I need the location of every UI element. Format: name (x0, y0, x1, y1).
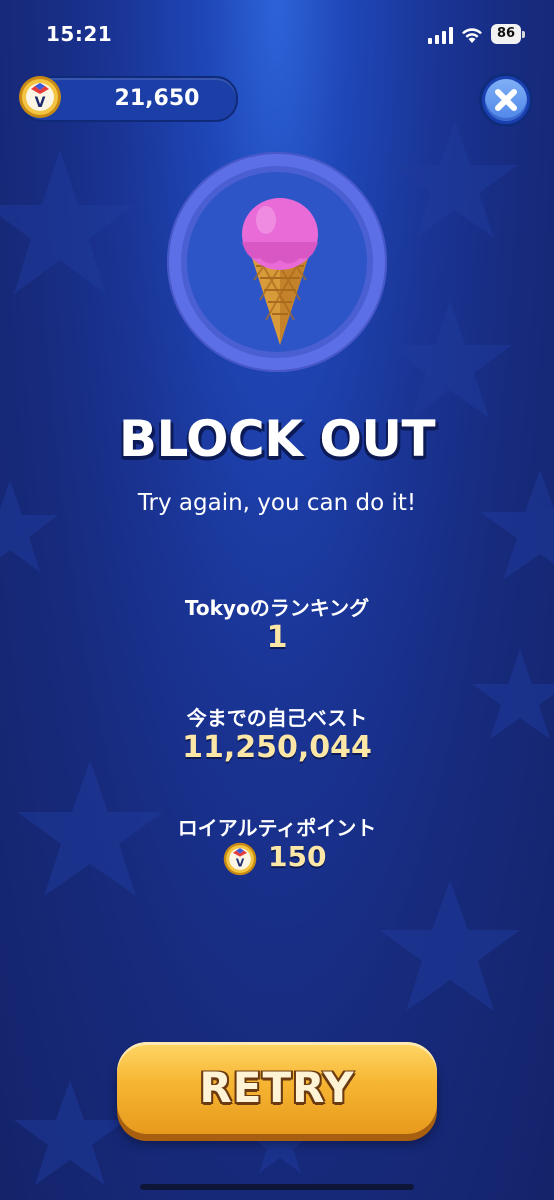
v-coin-icon: V (19, 76, 61, 118)
svg-text:V: V (236, 857, 245, 870)
cellular-signal-icon (428, 26, 454, 44)
status-bar: 15:21 86 (0, 0, 554, 70)
retry-button-label: RETRY (199, 1063, 355, 1112)
ranking-label: Tokyoのランキング (184, 596, 370, 620)
coin-balance: 21,650 (114, 86, 200, 111)
home-indicator[interactable] (140, 1184, 414, 1190)
ice-cream-cone-icon (242, 198, 318, 345)
svg-text:V: V (35, 95, 46, 111)
personal-best-label: 今までの自己ベスト (186, 706, 368, 730)
battery-icon (522, 31, 525, 38)
ranking-value: 1 (266, 620, 288, 655)
loyalty-points-label: ロイアルティポイント (177, 816, 377, 840)
personal-best-value: 11,250,044 (182, 730, 372, 765)
retry-button[interactable]: RETRY (117, 1042, 437, 1134)
wifi-icon (462, 28, 482, 43)
battery-level: 86 (491, 24, 521, 44)
game-title: BLOCK OUT (118, 410, 436, 468)
v-coin-icon: V (223, 842, 257, 876)
encouragement-text: Try again, you can do it! (137, 490, 417, 516)
loyalty-points-row: V 150 (0, 840, 554, 880)
status-time: 15:21 (46, 22, 113, 46)
loyalty-points-value: 150 (268, 840, 327, 873)
close-icon (495, 89, 517, 111)
close-button[interactable] (479, 73, 533, 127)
